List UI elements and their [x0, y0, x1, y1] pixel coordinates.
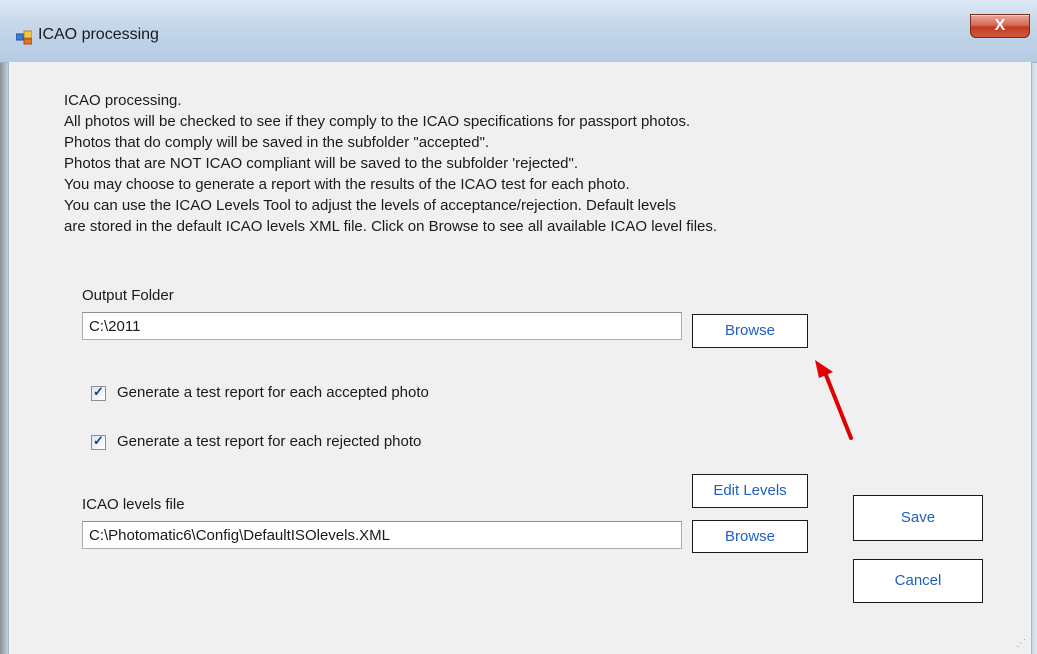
output-folder-field[interactable]: [82, 312, 682, 340]
description-line: Photos that are NOT ICAO compliant will …: [64, 155, 578, 172]
rejected-report-label[interactable]: Generate a test report for each rejected…: [117, 433, 421, 450]
checkmark-icon: ✓: [93, 384, 104, 399]
close-icon: X: [994, 17, 1006, 34]
accepted-report-checkbox[interactable]: ✓: [91, 384, 106, 401]
resize-grip-icon[interactable]: ⋰: [1016, 638, 1028, 650]
description-line: are stored in the default ICAO levels XM…: [64, 218, 718, 235]
description-line: You can use the ICAO Levels Tool to adju…: [64, 197, 677, 214]
rejected-report-checkbox[interactable]: ✓: [91, 433, 106, 450]
description-line: All photos will be checked to see if the…: [64, 113, 691, 130]
levels-file-field[interactable]: [82, 521, 682, 549]
icao-processing-dialog: ICAO processing X ICAO processing. All p…: [0, 0, 1037, 654]
output-folder-browse-button[interactable]: Browse: [692, 314, 808, 348]
window-left-edge: [0, 0, 8, 654]
checkmark-icon: ✓: [93, 433, 104, 448]
description-line: You may choose to generate a report with…: [64, 176, 630, 193]
close-button[interactable]: X: [970, 14, 1030, 38]
accepted-report-label[interactable]: Generate a test report for each accepted…: [117, 384, 429, 401]
window-title: ICAO processing: [38, 26, 159, 43]
app-window-icon: [16, 30, 32, 45]
levels-file-browse-button[interactable]: Browse: [692, 520, 808, 553]
annotation-arrow: [815, 360, 853, 440]
cancel-button[interactable]: Cancel: [853, 559, 983, 603]
levels-file-label: ICAO levels file: [82, 496, 185, 513]
title-bar[interactable]: ICAO processing X: [0, 0, 1037, 63]
description-line: Photos that do comply will be saved in t…: [64, 134, 490, 151]
edit-levels-button[interactable]: Edit Levels: [692, 474, 808, 508]
output-folder-label: Output Folder: [82, 287, 174, 304]
save-button[interactable]: Save: [853, 495, 983, 541]
description-line: ICAO processing.: [64, 92, 182, 109]
